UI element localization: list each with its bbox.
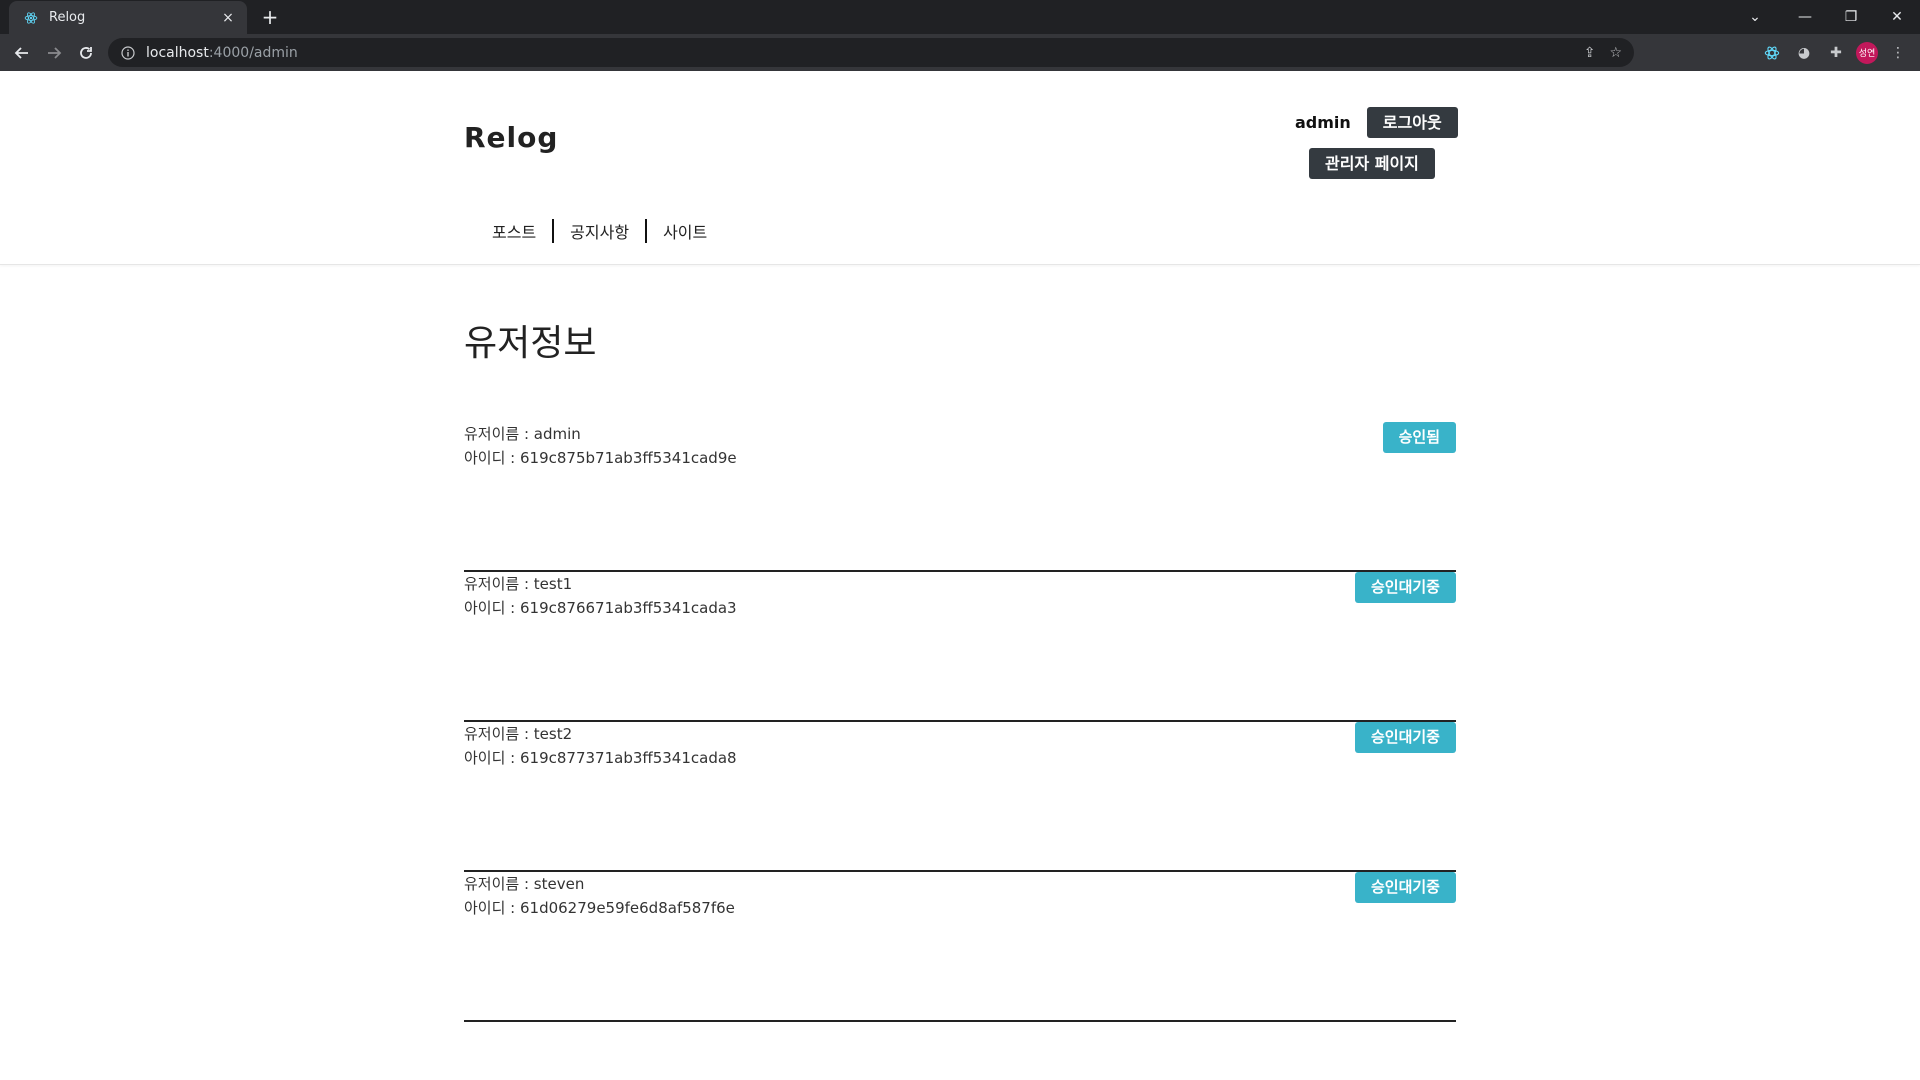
menu-item-notices[interactable]: 공지사항	[554, 219, 645, 243]
user-name-text: 유저이름 : test1	[464, 575, 573, 593]
main-menu: 포스트 공지사항 사이트	[476, 219, 723, 243]
react-icon	[23, 10, 39, 26]
browser-tab[interactable]: Relog ×	[9, 1, 247, 34]
logout-button[interactable]: 로그아웃	[1366, 107, 1458, 138]
site-info-icon[interactable]	[120, 45, 136, 61]
user-row: 유저이름 : steven 아이디 : 61d06279e59fe6d8af58…	[464, 872, 1456, 1022]
back-icon[interactable]	[6, 37, 38, 69]
user-info: 유저이름 : test1 아이디 : 619c876671ab3ff5341ca…	[464, 572, 737, 620]
user-name-text: 유저이름 : admin	[464, 425, 581, 443]
user-box: admin 로그아웃	[1295, 107, 1458, 138]
browser-toolbar: localhost:4000/admin ⇪ ☆ ◕ ✚ 성연 ⋮	[0, 34, 1920, 71]
extensions-puzzle-icon[interactable]: ✚	[1824, 41, 1848, 65]
user-name-text: 유저이름 : steven	[464, 875, 585, 893]
user-info: 유저이름 : admin 아이디 : 619c875b71ab3ff5341ca…	[464, 422, 737, 470]
user-row: 유저이름 : admin 아이디 : 619c875b71ab3ff5341ca…	[464, 422, 1456, 572]
browser-tab-strip: Relog × + ⌄ — ❐ ✕	[0, 0, 1920, 34]
close-tab-icon[interactable]: ×	[219, 10, 237, 26]
forward-icon[interactable]	[38, 37, 70, 69]
user-id-text: 아이디 : 61d06279e59fe6d8af587f6e	[464, 899, 735, 917]
tab-title: Relog	[49, 10, 86, 25]
close-window-icon[interactable]: ✕	[1874, 0, 1920, 34]
profile-avatar[interactable]: 성연	[1856, 41, 1878, 64]
site-logo[interactable]: Relog	[464, 121, 558, 154]
new-tab-button[interactable]: +	[258, 5, 282, 29]
react-devtools-icon[interactable]	[1760, 41, 1784, 65]
approval-status-button[interactable]: 승인대기중	[1354, 572, 1456, 603]
user-list: 유저이름 : admin 아이디 : 619c875b71ab3ff5341ca…	[464, 422, 1456, 1022]
url-host: localhost	[146, 44, 209, 61]
user-row: 유저이름 : test1 아이디 : 619c876671ab3ff5341ca…	[464, 572, 1456, 722]
approval-status-button[interactable]: 승인대기중	[1354, 872, 1456, 903]
tab-search-icon[interactable]: ⌄	[1732, 0, 1778, 34]
user-info: 유저이름 : steven 아이디 : 61d06279e59fe6d8af58…	[464, 872, 735, 920]
user-id-text: 아이디 : 619c876671ab3ff5341cada3	[464, 599, 737, 617]
user-info: 유저이름 : test2 아이디 : 619c877371ab3ff5341ca…	[464, 722, 737, 770]
current-username: admin	[1295, 113, 1351, 132]
minimize-icon[interactable]: —	[1782, 0, 1828, 34]
reload-icon[interactable]	[70, 37, 102, 69]
extension-icons: ◕ ✚ 성연 ⋮	[1760, 38, 1910, 67]
admin-page-button[interactable]: 관리자 페이지	[1309, 148, 1435, 179]
url-path: :4000/admin	[208, 44, 298, 61]
user-row: 유저이름 : test2 아이디 : 619c877371ab3ff5341ca…	[464, 722, 1456, 872]
address-bar[interactable]: localhost:4000/admin ⇪ ☆	[108, 38, 1634, 67]
extension-face-icon[interactable]: ◕	[1792, 41, 1816, 65]
page-title: 유저정보	[464, 323, 597, 364]
approval-status-button[interactable]: 승인됨	[1382, 422, 1456, 453]
user-id-text: 아이디 : 619c877371ab3ff5341cada8	[464, 749, 737, 767]
user-id-text: 아이디 : 619c875b71ab3ff5341cad9e	[464, 449, 737, 467]
window-controls: ⌄ — ❐ ✕	[1732, 0, 1920, 34]
browser-menu-icon[interactable]: ⋮	[1886, 41, 1910, 65]
site-header: Relog admin 로그아웃 관리자 페이지 포스트 공지사항 사이트	[0, 71, 1920, 265]
restore-icon[interactable]: ❐	[1828, 0, 1874, 34]
share-icon[interactable]: ⇪	[1584, 45, 1596, 61]
bookmark-star-icon[interactable]: ☆	[1609, 45, 1622, 61]
menu-item-posts[interactable]: 포스트	[476, 219, 552, 243]
approval-status-button[interactable]: 승인대기중	[1354, 722, 1456, 753]
main-content: 유저정보 유저이름 : admin 아이디 : 619c875b71ab3ff5…	[464, 324, 1456, 1022]
user-name-text: 유저이름 : test2	[464, 725, 573, 743]
menu-item-sites[interactable]: 사이트	[647, 219, 723, 243]
